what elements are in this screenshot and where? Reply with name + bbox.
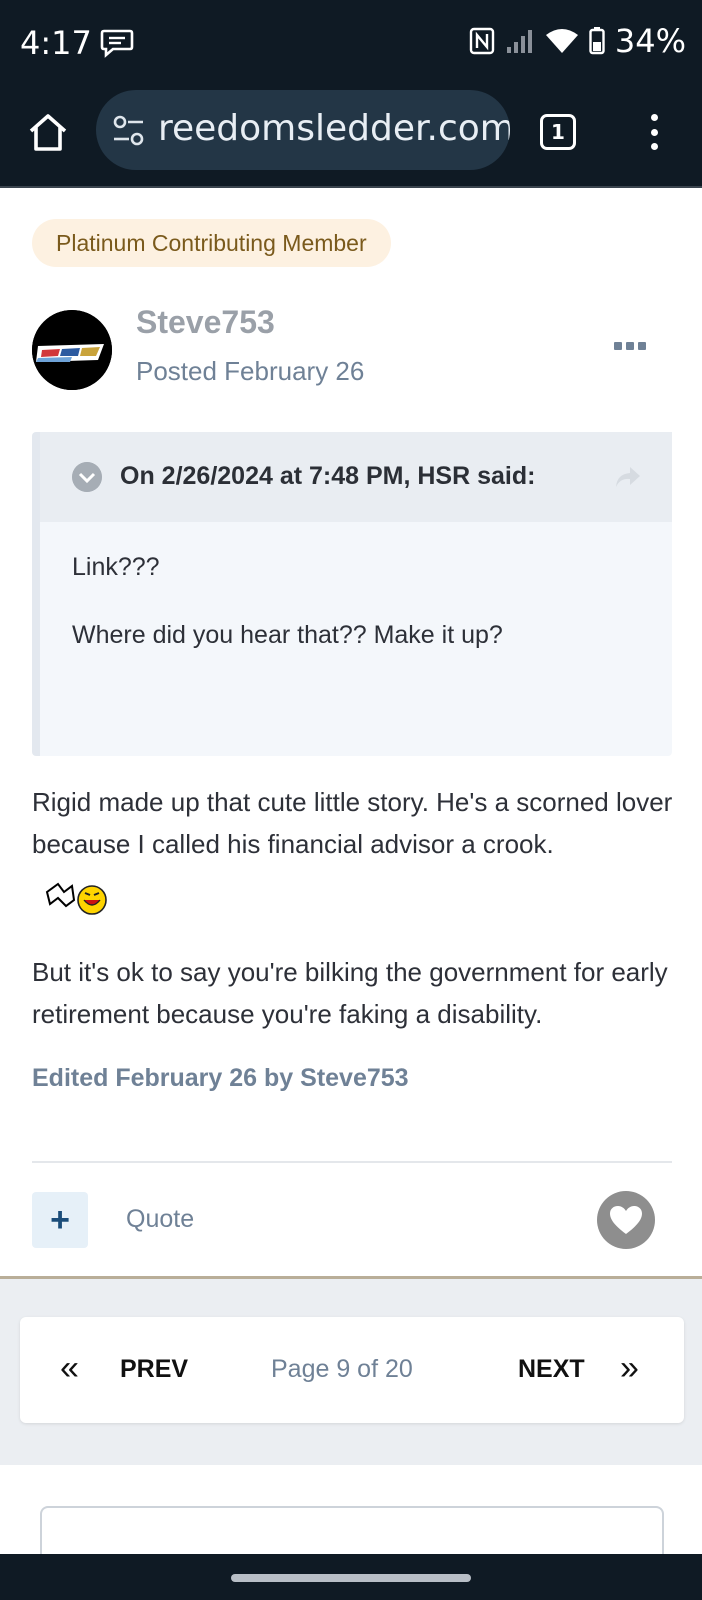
system-nav-bar: [0, 1554, 702, 1600]
nfc-icon: [469, 27, 495, 55]
post-date[interactable]: Posted February 26: [136, 356, 364, 387]
share-icon[interactable]: [614, 464, 642, 490]
edited-note[interactable]: Edited February 26 by Steve753: [32, 1064, 409, 1093]
quote-block: On 2/26/2024 at 7:48 PM, HSR said: Link?…: [32, 432, 672, 756]
pagination-area: « PREV Page 9 of 20 NEXT »: [0, 1279, 702, 1465]
status-icons: 34%: [469, 22, 686, 60]
gesture-handle[interactable]: [231, 1574, 471, 1582]
url-bar[interactable]: reedomsledder.com: [96, 90, 510, 170]
signal-icon: [506, 30, 532, 53]
page-indicator[interactable]: Page 9 of 20: [271, 1355, 413, 1384]
browser-toolbar: reedomsledder.com 1: [0, 88, 702, 188]
post-options-icon[interactable]: [614, 338, 650, 354]
battery-icon: [589, 27, 605, 55]
post-paragraph: Rigid made up that cute little story. He…: [32, 787, 673, 859]
author-name[interactable]: Steve753: [136, 304, 275, 341]
battery-level: 34%: [614, 22, 686, 60]
home-icon[interactable]: [26, 110, 70, 154]
quote-attribution: On 2/26/2024 at 7:48 PM, HSR said:: [120, 462, 536, 490]
chevron-down-icon[interactable]: [72, 462, 102, 492]
avatar-logo-icon: [32, 310, 112, 390]
quote-header[interactable]: On 2/26/2024 at 7:48 PM, HSR said:: [40, 432, 672, 522]
post-paragraph: But it's ok to say you're bilking the go…: [32, 957, 668, 1029]
member-badge: Platinum Contributing Member: [32, 219, 391, 267]
quote-line: Link???: [72, 553, 160, 581]
wifi-icon: [545, 29, 578, 53]
like-button[interactable]: [597, 1191, 655, 1249]
tab-switcher-button[interactable]: 1: [540, 114, 576, 150]
next-button[interactable]: NEXT: [518, 1355, 585, 1384]
prev-arrow-icon[interactable]: «: [60, 1351, 79, 1385]
url-text: reedomsledder.com: [158, 108, 510, 149]
multiquote-button[interactable]: +: [32, 1192, 88, 1248]
heart-icon: [610, 1206, 642, 1234]
avatar[interactable]: [32, 310, 112, 390]
next-arrow-icon[interactable]: »: [620, 1351, 639, 1385]
quote-line: Where did you hear that?? Make it up?: [72, 621, 503, 649]
prev-button[interactable]: PREV: [120, 1355, 188, 1384]
quote-button[interactable]: Quote: [126, 1205, 194, 1234]
pagination: « PREV Page 9 of 20 NEXT »: [20, 1317, 684, 1423]
status-time: 4:17: [20, 24, 92, 62]
browser-menu-icon[interactable]: [640, 110, 668, 154]
laughing-emoji-icon: [45, 882, 107, 915]
divider: [32, 1161, 672, 1163]
site-settings-icon[interactable]: [112, 114, 146, 148]
status-bar: 4:17 34%: [0, 0, 702, 88]
message-icon: [100, 29, 134, 58]
